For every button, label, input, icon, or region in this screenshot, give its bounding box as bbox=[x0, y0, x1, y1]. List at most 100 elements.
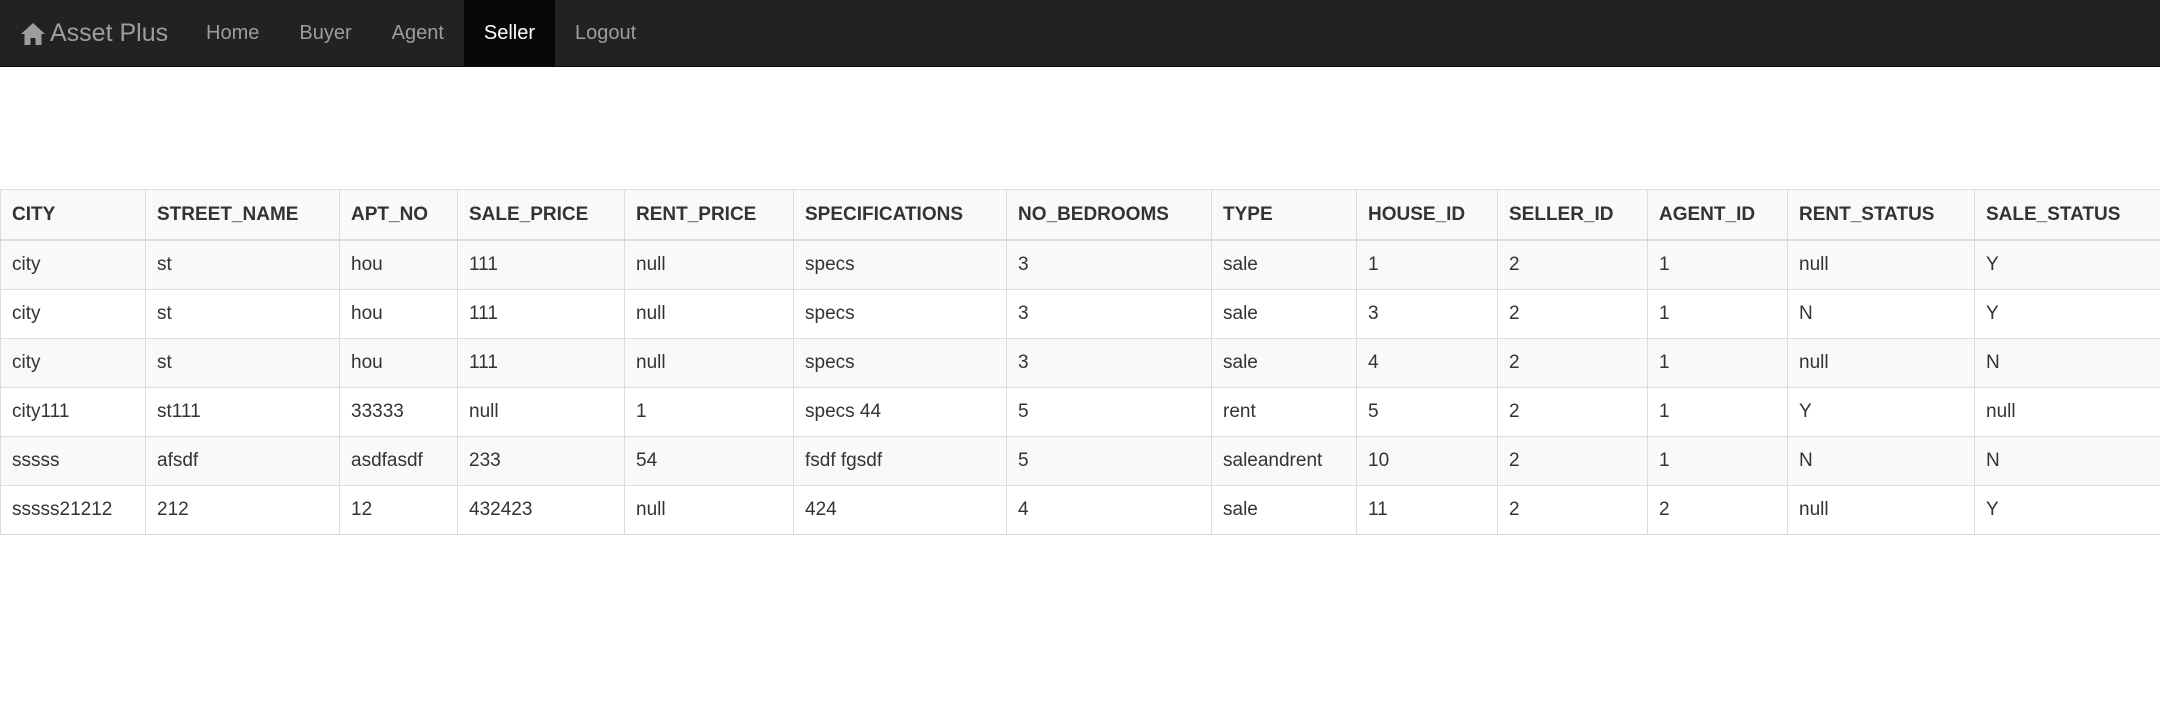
table-cell-house-id: 3 bbox=[1356, 289, 1498, 339]
table-cell-sale-price: 111 bbox=[457, 338, 625, 388]
table-cell-sale-status: Y bbox=[1974, 239, 2160, 290]
column-header-agent-id: AGENT_ID bbox=[1647, 189, 1788, 241]
table-cell-type: saleandrent bbox=[1211, 436, 1357, 486]
table-row: city st hou 111 null specs 3 sale 4 2 1 null N bbox=[0, 338, 2160, 388]
table-cell-no-bedrooms: 3 bbox=[1006, 338, 1212, 388]
table-cell-sale-price: null bbox=[457, 387, 625, 437]
table-cell-street-name: st111 bbox=[145, 387, 340, 437]
table-cell-specifications: specs bbox=[793, 338, 1007, 388]
table-header: CITY STREET_NAME APT_NO SALE_PRICE RENT_PRIC… bbox=[0, 189, 2160, 241]
table-cell-rent-status: N bbox=[1787, 436, 1975, 486]
table-row: sssss21212 212 12 432423 null 424 4 sale 11 2 2 nul… bbox=[0, 485, 2160, 535]
table-cell-rent-price: 54 bbox=[624, 436, 794, 486]
column-header-city: CITY bbox=[0, 189, 146, 241]
column-header-type: TYPE bbox=[1211, 189, 1357, 241]
table-body: city st hou 111 null specs 3 sale 1 2 1 null Ycity st… bbox=[0, 239, 2160, 535]
table-cell-rent-price: null bbox=[624, 338, 794, 388]
nav-item-buyer[interactable]: Buyer bbox=[279, 0, 371, 67]
table-cell-seller-id: 2 bbox=[1497, 239, 1648, 290]
table-cell-type: sale bbox=[1211, 338, 1357, 388]
table-cell-specifications: fsdf fgsdf bbox=[793, 436, 1007, 486]
table-cell-agent-id: 1 bbox=[1647, 436, 1788, 486]
table-cell-sale-status: null bbox=[1974, 387, 2160, 437]
column-header-house-id: HOUSE_ID bbox=[1356, 189, 1498, 241]
table-cell-house-id: 4 bbox=[1356, 338, 1498, 388]
table-cell-agent-id: 1 bbox=[1647, 289, 1788, 339]
table-cell-street-name: st bbox=[145, 239, 340, 290]
table-cell-house-id: 10 bbox=[1356, 436, 1498, 486]
home-icon bbox=[21, 22, 45, 45]
brand-label: Asset Plus bbox=[50, 19, 169, 47]
table-cell-sale-price: 111 bbox=[457, 289, 625, 339]
table-cell-seller-id: 2 bbox=[1497, 436, 1648, 486]
table-cell-no-bedrooms: 5 bbox=[1006, 436, 1212, 486]
table-cell-street-name: st bbox=[145, 289, 340, 339]
table-cell-sale-status: Y bbox=[1974, 485, 2160, 535]
table-cell-seller-id: 2 bbox=[1497, 338, 1648, 388]
table-cell-agent-id: 2 bbox=[1647, 485, 1788, 535]
nav-menu: Home Buyer Agent Seller Logout bbox=[186, 0, 656, 67]
table-cell-type: rent bbox=[1211, 387, 1357, 437]
table-cell-house-id: 11 bbox=[1356, 485, 1498, 535]
nav-item-agent[interactable]: Agent bbox=[372, 0, 464, 67]
table-cell-agent-id: 1 bbox=[1647, 387, 1788, 437]
table-cell-rent-status: null bbox=[1787, 338, 1975, 388]
table-cell-sale-price: 111 bbox=[457, 239, 625, 290]
table-cell-street-name: st bbox=[145, 338, 340, 388]
table-cell-rent-price: null bbox=[624, 239, 794, 290]
column-header-specifications: SPECIFICATIONS bbox=[793, 189, 1007, 241]
table-cell-rent-status: Y bbox=[1787, 387, 1975, 437]
nav-item-seller[interactable]: Seller bbox=[463, 0, 556, 67]
table-cell-rent-status: null bbox=[1787, 239, 1975, 290]
brand-link[interactable]: Asset Plus bbox=[20, 0, 168, 67]
column-header-seller-id: SELLER_ID bbox=[1497, 189, 1648, 241]
table-cell-street-name: afsdf bbox=[145, 436, 340, 486]
column-header-sale-status: SALE_STATUS bbox=[1974, 189, 2160, 241]
table-cell-city: sssss bbox=[0, 436, 146, 486]
table-cell-city: city111 bbox=[0, 387, 146, 437]
table-cell-rent-price: 1 bbox=[624, 387, 794, 437]
table-cell-sale-price: 432423 bbox=[457, 485, 625, 535]
table-cell-specifications: 424 bbox=[793, 485, 1007, 535]
table-cell-no-bedrooms: 3 bbox=[1006, 289, 1212, 339]
table-cell-house-id: 1 bbox=[1356, 239, 1498, 290]
nav-item-home[interactable]: Home bbox=[186, 0, 279, 67]
table-cell-apt-no: hou bbox=[339, 289, 458, 339]
table-cell-sale-status: Y bbox=[1974, 289, 2160, 339]
table-cell-rent-status: N bbox=[1787, 289, 1975, 339]
table-cell-city: sssss21212 bbox=[0, 485, 146, 535]
table-cell-no-bedrooms: 3 bbox=[1006, 239, 1212, 290]
table-cell-apt-no: asdfasdf bbox=[339, 436, 458, 486]
table-cell-apt-no: 33333 bbox=[339, 387, 458, 437]
table-cell-rent-price: null bbox=[624, 289, 794, 339]
nav-item-logout[interactable]: Logout bbox=[555, 0, 656, 67]
column-header-sale-price: SALE_PRICE bbox=[457, 189, 625, 241]
table-cell-type: sale bbox=[1211, 239, 1357, 290]
table-cell-city: city bbox=[0, 239, 146, 290]
table-cell-sale-price: 233 bbox=[457, 436, 625, 486]
column-header-apt-no: APT_NO bbox=[339, 189, 458, 241]
table-cell-agent-id: 1 bbox=[1647, 338, 1788, 388]
table-row: city111 st111 33333 null 1 specs 44 5 rent 5 2 1 Yn… bbox=[0, 387, 2160, 437]
table-cell-specifications: specs 44 bbox=[793, 387, 1007, 437]
table-cell-seller-id: 2 bbox=[1497, 387, 1648, 437]
table-cell-seller-id: 2 bbox=[1497, 289, 1648, 339]
table-cell-no-bedrooms: 4 bbox=[1006, 485, 1212, 535]
table-cell-sale-status: N bbox=[1974, 436, 2160, 486]
table-cell-house-id: 5 bbox=[1356, 387, 1498, 437]
table-cell-seller-id: 2 bbox=[1497, 485, 1648, 535]
table-row: city st hou 111 null specs 3 sale 3 2 1 N Y bbox=[0, 289, 2160, 339]
table-cell-specifications: specs bbox=[793, 289, 1007, 339]
table-cell-no-bedrooms: 5 bbox=[1006, 387, 1212, 437]
table-row: city st hou 111 null specs 3 sale 1 2 1 null Y bbox=[0, 239, 2160, 290]
header-row: CITY STREET_NAME APT_NO SALE_PRICE RENT_PRIC… bbox=[0, 189, 2160, 241]
column-header-no-bedrooms: NO_BEDROOMS bbox=[1006, 189, 1212, 241]
column-header-rent-price: RENT_PRICE bbox=[624, 189, 794, 241]
table-cell-rent-status: null bbox=[1787, 485, 1975, 535]
table-cell-city: city bbox=[0, 289, 146, 339]
table-cell-type: sale bbox=[1211, 289, 1357, 339]
table-cell-apt-no: hou bbox=[339, 239, 458, 290]
houses-table-container: CITY STREET_NAME APT_NO SALE_PRICE RENT_PRIC… bbox=[0, 189, 2160, 535]
table-cell-apt-no: 12 bbox=[339, 485, 458, 535]
column-header-street-name: STREET_NAME bbox=[145, 189, 340, 241]
